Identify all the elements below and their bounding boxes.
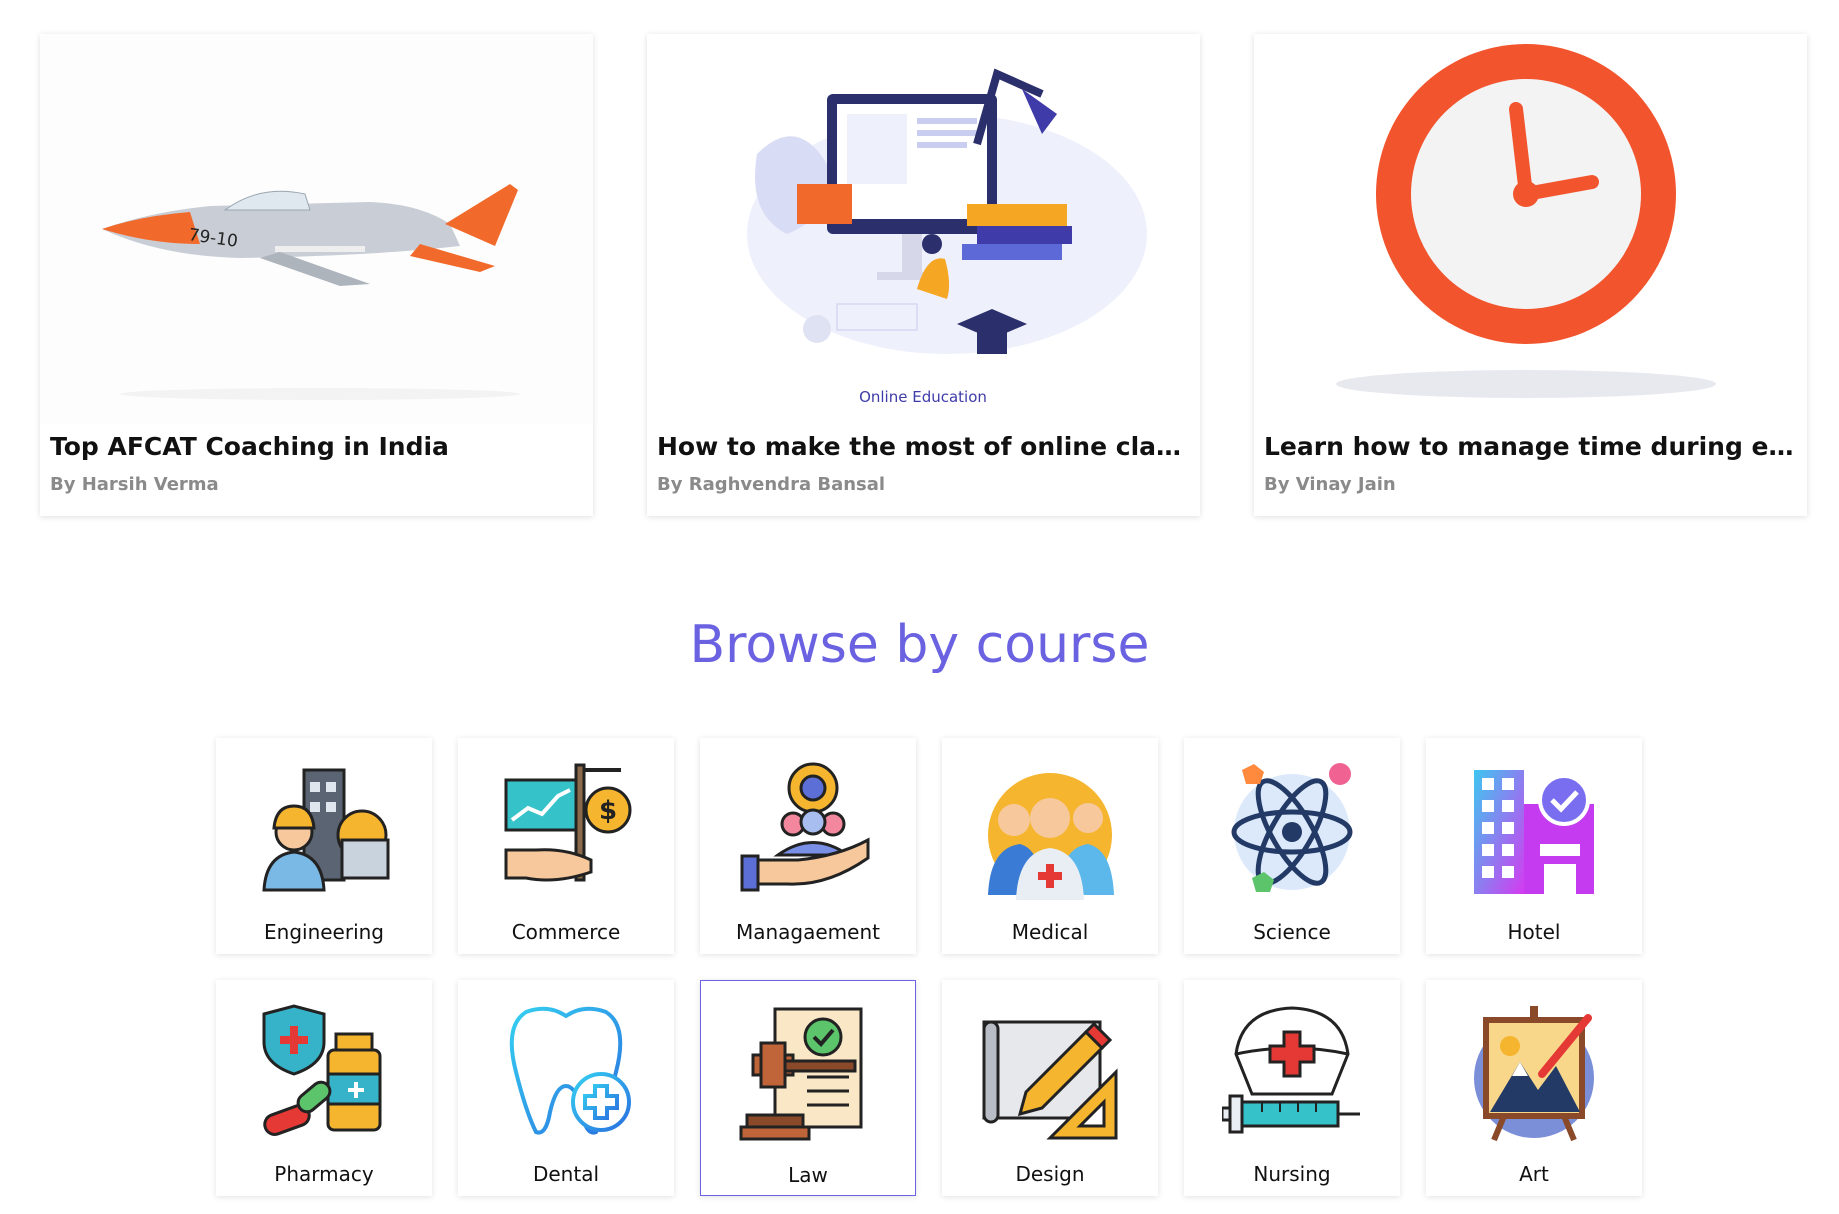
jet-icon: 79-10 bbox=[40, 34, 593, 424]
article-author: By Raghvendra Bansal bbox=[657, 474, 886, 495]
atom-icon bbox=[1231, 763, 1353, 892]
tooth-icon bbox=[509, 1006, 631, 1135]
course-grid: Engineering $ Commerce Managaement Medic… bbox=[216, 738, 1642, 1198]
course-label: Science bbox=[1253, 920, 1331, 944]
online-education-illustration: Online Education bbox=[647, 34, 1200, 424]
medical-team-icon bbox=[988, 773, 1114, 900]
course-tile-art[interactable]: Art bbox=[1426, 980, 1642, 1196]
pharmacy-icon bbox=[262, 1004, 382, 1136]
course-tile-nursing[interactable]: Nursing bbox=[1184, 980, 1400, 1196]
course-label: Art bbox=[1519, 1162, 1549, 1186]
course-label: Hotel bbox=[1507, 920, 1561, 944]
course-tile-engineering[interactable]: Engineering bbox=[216, 738, 432, 954]
course-tile-commerce[interactable]: $ Commerce bbox=[458, 738, 674, 954]
svg-text:$: $ bbox=[599, 796, 617, 826]
course-label: Medical bbox=[1011, 920, 1089, 944]
course-tile-hotel[interactable]: Hotel bbox=[1426, 738, 1642, 954]
commerce-icon: $ bbox=[504, 763, 632, 882]
hotel-icon bbox=[1474, 770, 1594, 894]
gavel-icon bbox=[739, 1007, 863, 1141]
article-title[interactable]: Learn how to manage time during exa... bbox=[1264, 432, 1797, 461]
article-card-afcat[interactable]: 79-10 Top AFCAT Coaching in India By Har… bbox=[40, 34, 593, 516]
management-icon bbox=[740, 762, 870, 892]
article-thumbnail bbox=[1254, 34, 1807, 424]
course-tile-science[interactable]: Science bbox=[1184, 738, 1400, 954]
course-tile-pharmacy[interactable]: Pharmacy bbox=[216, 980, 432, 1196]
easel-icon bbox=[1474, 1006, 1594, 1142]
course-label: Design bbox=[1015, 1162, 1085, 1186]
article-thumbnail: Online Education bbox=[647, 34, 1200, 424]
browse-by-course-heading: Browse by course bbox=[689, 615, 1150, 675]
course-label: Law bbox=[788, 1163, 828, 1187]
article-thumbnail: 79-10 bbox=[40, 34, 593, 424]
article-card-time-management[interactable]: Learn how to manage time during exa... B… bbox=[1254, 34, 1807, 516]
course-label: Managaement bbox=[735, 920, 880, 944]
article-author: By Vinay Jain bbox=[1264, 474, 1396, 495]
svg-text:Online Education: Online Education bbox=[859, 388, 987, 406]
engineer-icon bbox=[262, 768, 390, 892]
course-label: Nursing bbox=[1253, 1162, 1331, 1186]
article-cards-row: 79-10 Top AFCAT Coaching in India By Har… bbox=[40, 34, 1814, 518]
clock-icon bbox=[1254, 34, 1807, 424]
course-label: Engineering bbox=[264, 920, 384, 944]
course-tile-dental[interactable]: Dental bbox=[458, 980, 674, 1196]
pencil-ruler-icon bbox=[982, 1020, 1118, 1140]
course-tile-management[interactable]: Managaement bbox=[700, 738, 916, 954]
course-label: Dental bbox=[532, 1162, 600, 1186]
course-tile-law[interactable]: Law bbox=[700, 980, 916, 1196]
article-title[interactable]: How to make the most of online classes bbox=[657, 432, 1190, 461]
course-tile-medical[interactable]: Medical bbox=[942, 738, 1158, 954]
article-title[interactable]: Top AFCAT Coaching in India bbox=[50, 432, 583, 461]
article-card-online-classes[interactable]: Online Education How to make the most of… bbox=[647, 34, 1200, 516]
course-label: Commerce bbox=[511, 920, 621, 944]
course-tile-design[interactable]: Design bbox=[942, 980, 1158, 1196]
nurse-cap-icon bbox=[1222, 1006, 1360, 1134]
course-label: Pharmacy bbox=[274, 1162, 374, 1186]
article-author: By Harsih Verma bbox=[50, 474, 219, 495]
